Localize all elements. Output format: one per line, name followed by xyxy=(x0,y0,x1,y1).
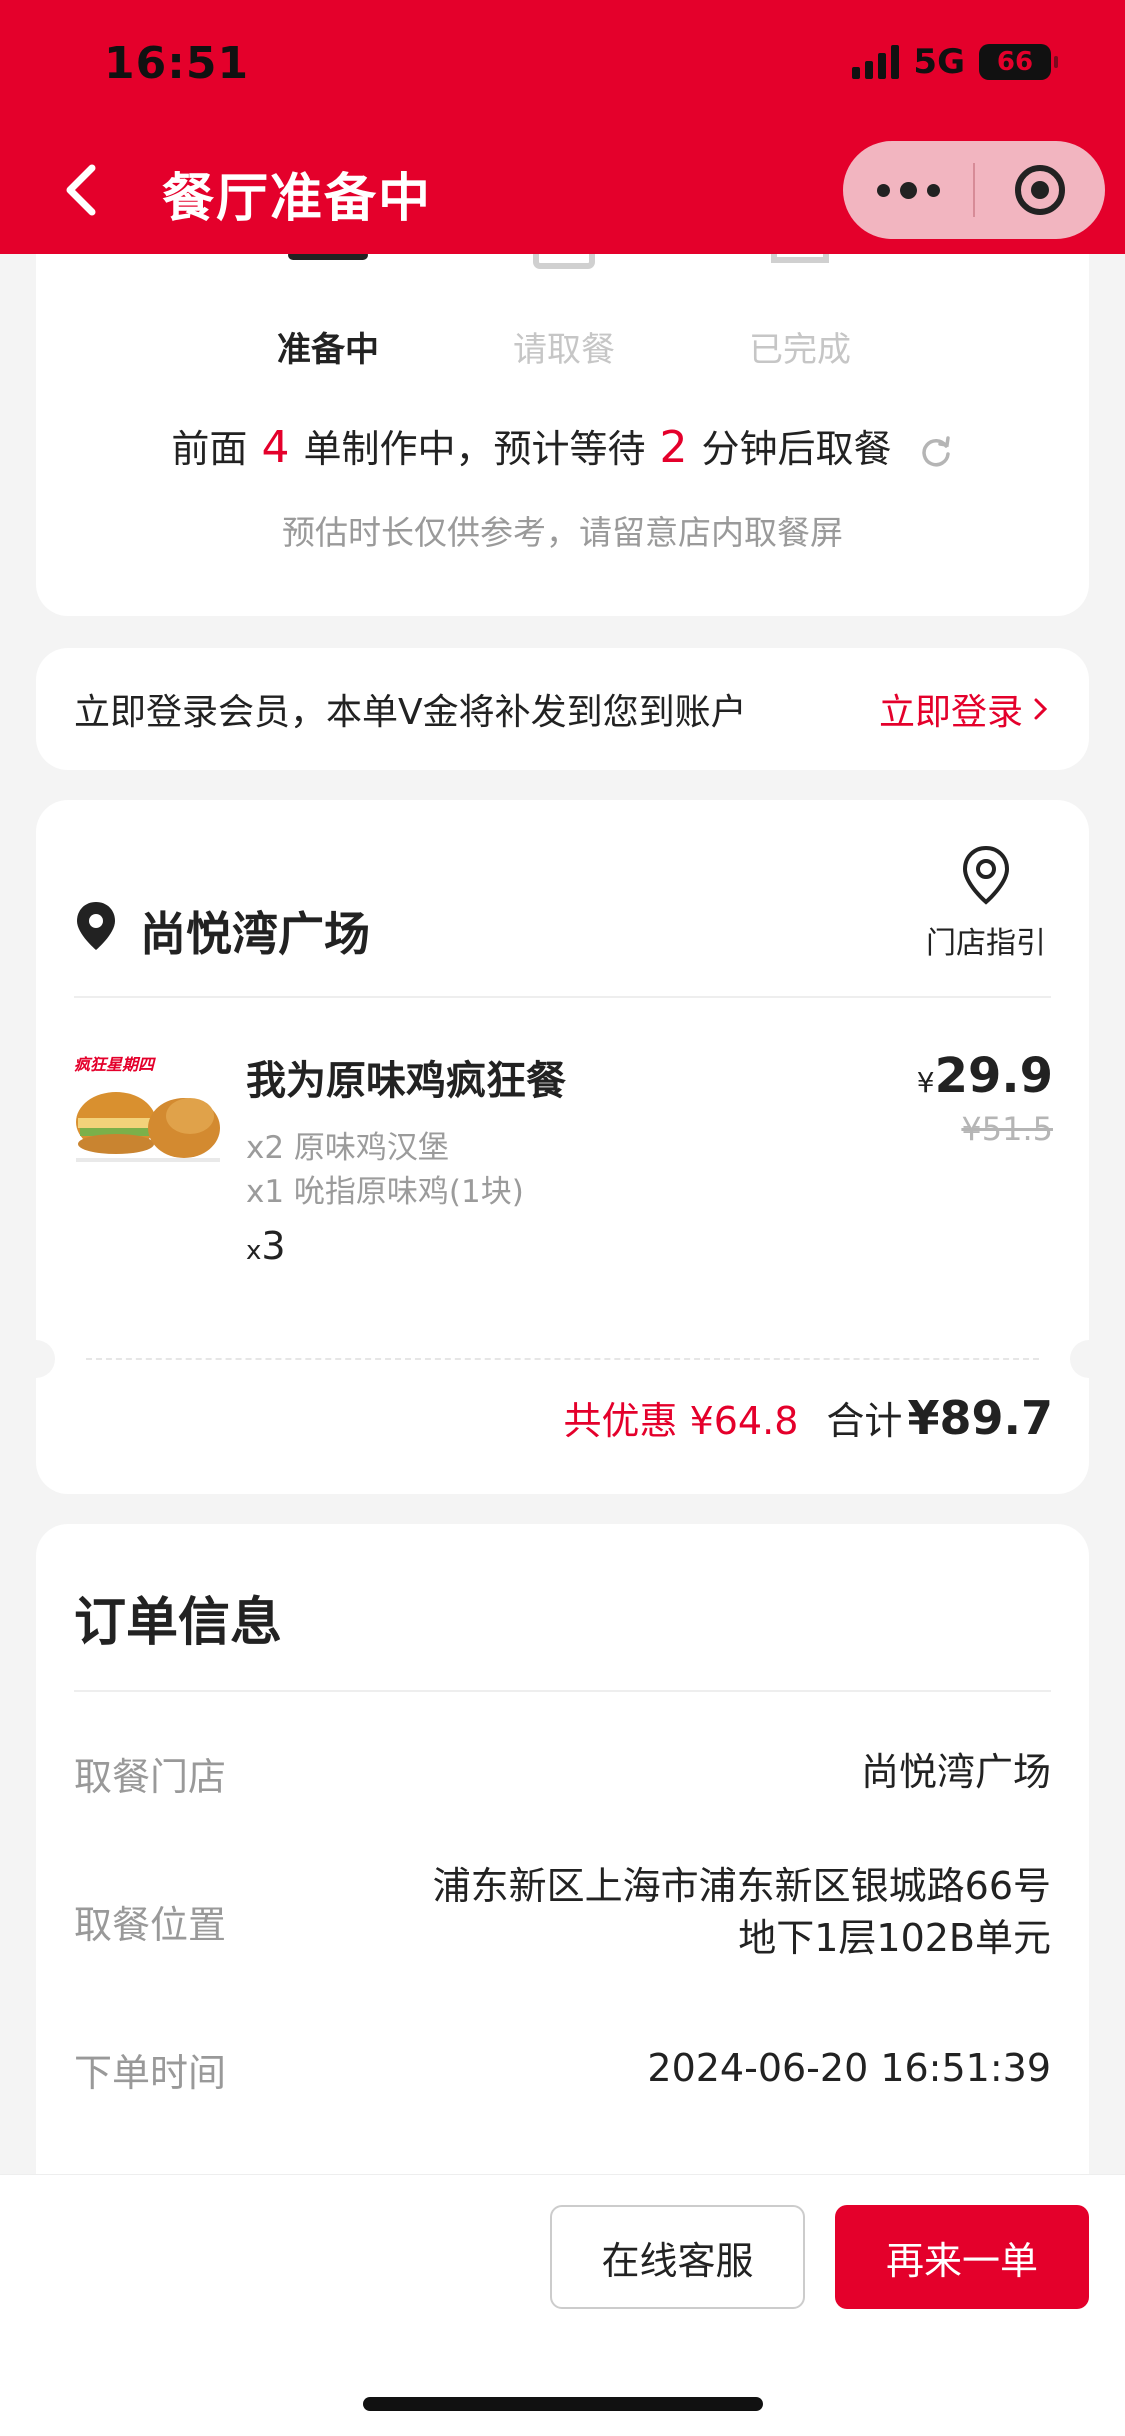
status-time: 16:51 xyxy=(104,38,250,89)
info-value: 尚悦湾广场 xyxy=(860,1750,1051,1794)
store-name: 尚悦湾广场 xyxy=(140,907,370,961)
ticket-notch xyxy=(17,1340,55,1378)
signal-icon xyxy=(852,45,900,79)
battery-icon: 66 xyxy=(979,44,1058,80)
login-banner-text: 立即登录会员，本单V金将补发到您到账户 xyxy=(74,692,747,733)
item-component: x2 原味鸡汉堡 xyxy=(246,1130,449,1166)
discount-label: 共优惠 xyxy=(563,1399,678,1443)
info-label: 取餐位置 xyxy=(74,1903,227,1947)
location-line-1: 浦东新区上海市浦东新区银城路66号 xyxy=(432,1864,1051,1908)
info-row-location: 取餐位置 浦东新区上海市浦东新区银城路66号 地下1层102B单元 xyxy=(74,1860,1051,1980)
miniapp-capsule xyxy=(843,141,1105,239)
info-label: 下单时间 xyxy=(74,2051,227,2095)
chevron-right-icon xyxy=(1034,698,1048,720)
divider xyxy=(74,996,1051,998)
meal-image-caption: 疯狂星期四 xyxy=(74,1055,156,1074)
location-pin-icon xyxy=(77,902,115,950)
info-row-store: 取餐门店 尚悦湾广场 xyxy=(74,1746,1051,1806)
step-label-pickup: 请取餐 xyxy=(513,330,615,370)
wait-estimate: 前面 4 单制作中，预计等待 2 分钟后取餐 xyxy=(36,418,1089,473)
orders-ahead-count: 4 xyxy=(261,422,290,473)
item-price: ¥29.9 xyxy=(917,1048,1053,1104)
order-summary-card: 尚悦湾广场 门店指引 疯狂星期四 我为原味鸡疯狂餐 x2 原味鸡汉堡 x1 吮指… xyxy=(17,800,1108,1494)
login-banner: 立即登录会员，本单V金将补发到您到账户 立即登录 xyxy=(36,648,1089,770)
close-miniapp-button[interactable] xyxy=(975,162,1105,218)
price-value: 29.9 xyxy=(934,1048,1053,1104)
top-header: 16:51 5G 66 餐厅准备中 xyxy=(0,0,1125,254)
store-guide-button[interactable]: 门店指引 xyxy=(921,844,1051,962)
wait-suffix: 分钟后取餐 xyxy=(701,427,892,471)
wait-middle: 单制作中，预计等待 xyxy=(303,427,646,471)
item-quantity: x3 xyxy=(246,1224,286,1268)
more-icon-dot xyxy=(926,183,940,197)
home-indicator[interactable] xyxy=(363,2397,763,2411)
dashed-divider xyxy=(86,1358,1039,1360)
location-line-2: 地下1层102B单元 xyxy=(738,1916,1051,1960)
login-link-label: 立即登录 xyxy=(878,692,1023,733)
reorder-button[interactable]: 再来一单 xyxy=(835,2205,1089,2309)
currency-symbol: ¥ xyxy=(916,1066,935,1099)
info-label: 取餐门店 xyxy=(74,1755,227,1799)
wait-minutes: 2 xyxy=(659,422,688,473)
online-service-button[interactable]: 在线客服 xyxy=(550,2205,805,2309)
ticket-notch xyxy=(1070,1340,1108,1378)
more-button[interactable] xyxy=(843,141,973,239)
discount: 共优惠 ¥64.8 xyxy=(563,1390,798,1445)
step-label-preparing: 准备中 xyxy=(277,330,379,370)
order-info-title: 订单信息 xyxy=(74,1593,283,1653)
info-value: 2024-06-20 16:51:39 xyxy=(647,2046,1051,2090)
item-component: x1 吮指原味鸡(1块) xyxy=(246,1174,524,1210)
chevron-left-icon xyxy=(66,164,96,216)
more-icon-dot xyxy=(899,181,917,199)
total-value: ¥89.7 xyxy=(907,1391,1053,1445)
status-indicators: 5G 66 xyxy=(852,42,1058,82)
info-value: 浦东新区上海市浦东新区银城路66号 地下1层102B单元 xyxy=(433,1860,1051,1964)
login-link[interactable]: 立即登录 xyxy=(879,683,1051,735)
map-pin-outline-icon xyxy=(962,845,1010,905)
discount-value: ¥64.8 xyxy=(689,1399,799,1443)
bottom-action-bar: 在线客服 再来一单 xyxy=(0,2174,1125,2436)
target-icon xyxy=(1015,165,1065,215)
info-row-order-time: 下单时间 2024-06-20 16:51:39 xyxy=(74,2042,1051,2102)
network-label: 5G xyxy=(913,42,965,82)
wait-note: 预估时长仅供参考，请留意店内取餐屏 xyxy=(282,513,843,552)
page-title: 餐厅准备中 xyxy=(162,169,433,229)
store-row: 尚悦湾广场 门店指引 xyxy=(74,845,1051,984)
item-name: 我为原味鸡疯狂餐 xyxy=(246,1058,566,1104)
meal-image[interactable]: 疯狂星期四 xyxy=(72,1052,224,1170)
wait-prefix: 前面 xyxy=(171,427,248,471)
refresh-icon[interactable] xyxy=(918,434,954,470)
totals-row: 共优惠 ¥64.8 合计 ¥89.7 xyxy=(563,1390,1053,1445)
store-guide-label: 门店指引 xyxy=(926,926,1046,961)
total: 合计 ¥89.7 xyxy=(826,1390,1053,1445)
qty-prefix: x xyxy=(246,1236,262,1266)
step-label-completed: 已完成 xyxy=(749,330,851,370)
divider xyxy=(74,1690,1051,1692)
item-original-price: ¥51.5 xyxy=(961,1110,1053,1148)
back-button[interactable] xyxy=(58,160,108,220)
qty-value: 3 xyxy=(261,1224,286,1268)
more-icon xyxy=(876,183,890,197)
total-label: 合计 xyxy=(826,1399,903,1443)
progress-card: 准备中 请取餐 已完成 前面 4 单制作中，预计等待 2 分钟后取餐 预估时长仅供参考，… xyxy=(36,200,1089,616)
